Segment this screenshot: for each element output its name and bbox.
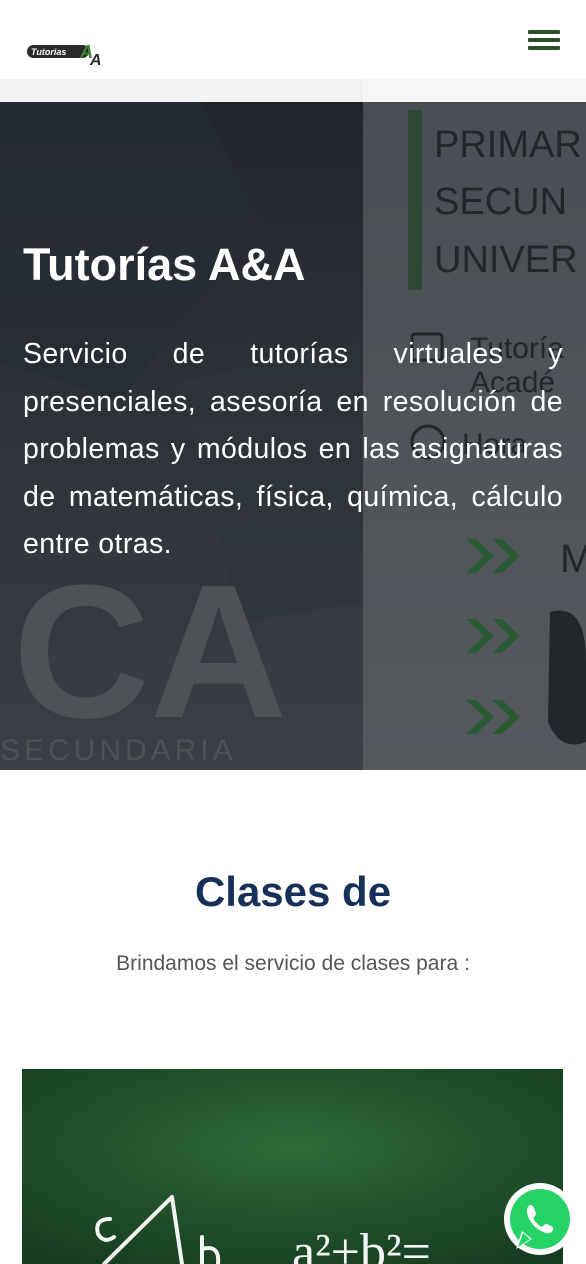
classes-section-subtitle: Brindamos el servicio de clases para : <box>116 952 470 975</box>
hero-banner: PRIMAR SECUN UNIVER Tutoría Acadé Hora M… <box>0 102 586 770</box>
svg-text:A: A <box>89 52 102 68</box>
hamburger-menu-icon[interactable] <box>526 27 562 53</box>
math-chalkboard-image: a²+b²= <box>22 1069 563 1264</box>
svg-text:Tutorias: Tutorias <box>31 47 66 57</box>
hero-title: Tutorías A&A <box>23 239 306 290</box>
svg-text:M: M <box>560 537 586 581</box>
tutorias-logo[interactable]: Tutorias A A <box>26 38 108 68</box>
svg-text:ICA: ICA <box>0 546 287 758</box>
hero-description: Servicio de tutorías virtuales y presenc… <box>23 338 563 560</box>
svg-text:PRIMAR: PRIMAR <box>434 124 582 166</box>
svg-text:SECUN: SECUN <box>434 181 567 223</box>
classes-section-title: Clases de <box>194 868 392 915</box>
header-divider-strip-right <box>363 79 586 102</box>
svg-text:a²+b²=: a²+b²= <box>292 1224 431 1264</box>
whatsapp-icon[interactable] <box>502 1181 578 1257</box>
site-header: Tutorias A A <box>0 0 586 79</box>
svg-text:SECUNDARIA: SECUNDARIA <box>0 734 237 767</box>
